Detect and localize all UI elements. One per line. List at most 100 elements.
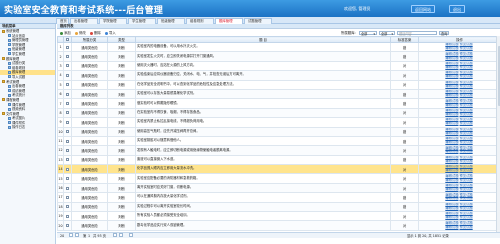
row-select-checkbox[interactable] [66, 148, 69, 152]
logout-button[interactable]: 退出 [449, 5, 465, 13]
preview-question-link[interactable]: 预览试题 [460, 84, 473, 88]
add-button[interactable]: 添加 [60, 31, 71, 36]
edit-question-link[interactable]: 编辑试题 [445, 56, 458, 60]
row-checkbox[interactable] [63, 154, 72, 166]
table-row[interactable]: 19 通用类危险 判断 所有实验人员都必须接受安全培训。对编辑试题预览试题 编辑试题预览… [57, 211, 500, 222]
table-row[interactable]: 14 通用类危险 判断 化学品溅入眼内应立即用大量流水冲洗。对编辑试题预览试题 编辑试题… [57, 164, 500, 175]
table-row[interactable]: 15 通用类危险 判断 实验室应配备必要的消防器材和急救药箱。对编辑试题预览试题 编辑试… [57, 173, 500, 184]
category-select[interactable]: 全部 [359, 30, 377, 35]
row-select-checkbox[interactable] [66, 111, 69, 115]
edit-question-link[interactable]: 编辑试题 [445, 84, 458, 88]
edit-question-link[interactable]: 编辑试题 [445, 149, 458, 154]
edit-question-link[interactable]: 编辑试题 [445, 46, 458, 50]
edit-question-link[interactable]: 编辑试题 [445, 159, 458, 163]
edit-question-link[interactable]: 编辑试题 [445, 74, 458, 78]
search-input[interactable]: 题目内容 [397, 30, 437, 35]
row-select-checkbox[interactable] [66, 55, 69, 59]
edit-question-link[interactable]: 编辑试题 [445, 65, 458, 69]
preview-question-link[interactable]: 预览试题 [460, 93, 473, 97]
preview-question-link[interactable]: 预览试题 [460, 149, 473, 154]
table-row[interactable]: 4 通用类危险 判断 实验结束后应将仪器设备归位，关闭水、电、气，并检查无误后方可离开… [57, 70, 500, 81]
preview-question-link[interactable]: 预览试题 [460, 206, 473, 210]
row-select-checkbox[interactable] [66, 45, 69, 49]
edit-question-link[interactable]: 编辑试题 [445, 140, 458, 144]
row-checkbox[interactable] [63, 182, 72, 194]
table-row[interactable]: 9 通用类危险 判断 实验室内禁止私拉乱接电线，不得超负荷用电。对编辑试题预览试题 编辑… [57, 117, 500, 128]
row-checkbox[interactable] [63, 173, 72, 184]
edit-question-link[interactable]: 编辑试题 [445, 103, 458, 107]
row-select-checkbox[interactable] [66, 214, 69, 218]
row-checkbox[interactable] [63, 145, 72, 156]
preview-question-link[interactable]: 预览试题 [460, 196, 473, 200]
row-checkbox[interactable] [63, 201, 72, 213]
edit-question-link[interactable]: 编辑试题 [445, 187, 458, 191]
edit-question-link[interactable]: 编辑试题 [445, 93, 458, 97]
preview-question-link[interactable]: 预览试题 [460, 74, 473, 78]
table-row[interactable]: 17 通用类危险 判断 可以在通风橱内存放大量化学试剂。错编辑试题预览试题 编辑试题预览… [57, 192, 500, 203]
search-button[interactable]: 查询 [439, 30, 450, 35]
row-checkbox[interactable] [63, 41, 72, 53]
table-row[interactable]: 5 通用类危险 判断 在化学品安全说明书中，可以查到化学品的危险性及应急处理方法。对编… [57, 79, 500, 90]
row-select-checkbox[interactable] [66, 158, 69, 162]
row-checkbox[interactable] [63, 51, 72, 62]
row-checkbox[interactable] [63, 220, 72, 231]
row-checkbox[interactable] [63, 88, 72, 100]
preview-question-link[interactable]: 预览试题 [460, 178, 473, 182]
edit-question-link[interactable]: 编辑试题 [445, 215, 458, 219]
row-checkbox[interactable] [63, 117, 72, 128]
row-checkbox[interactable] [63, 192, 72, 203]
edit-button[interactable]: 修改 [75, 31, 86, 36]
table-row[interactable]: 2 通用类危险 判断 实验室发生火灾时，应立即关闭电源并打开门窗通风。错编辑试题预览试… [57, 51, 500, 62]
preview-question-link[interactable]: 预览试题 [460, 187, 473, 191]
page-number-input[interactable]: 1 [88, 233, 90, 239]
preview-question-link[interactable]: 预览试题 [460, 159, 473, 163]
row-select-checkbox[interactable] [66, 120, 69, 124]
edit-question-link[interactable]: 编辑试题 [445, 225, 458, 229]
preview-question-link[interactable]: 预览试题 [460, 131, 473, 135]
table-row[interactable]: 3 通用类危险 判断 使用灭火器时，应站在火源的上风方向。对编辑试题预览试题 编辑试题预… [57, 60, 500, 72]
edit-question-link[interactable]: 编辑试题 [445, 112, 458, 116]
preview-question-link[interactable]: 预览试题 [460, 46, 473, 50]
row-select-checkbox[interactable] [66, 167, 69, 171]
preview-question-link[interactable]: 预览试题 [460, 215, 473, 219]
preview-question-link[interactable]: 预览试题 [460, 65, 473, 69]
row-select-checkbox[interactable] [66, 195, 69, 199]
row-select-checkbox[interactable] [66, 139, 69, 143]
table-row[interactable]: 11 通用类危险 判断 实验室钥匙可以随意转借他人。错编辑试题预览试题 编辑试题预览试题 [57, 135, 500, 147]
table-row[interactable]: 7 通用类危险 判断 做实验时可以佩戴隐形眼镜。错编辑试题预览试题 编辑试题预览试题 [57, 98, 500, 109]
edit-question-link[interactable]: 编辑试题 [445, 206, 458, 210]
row-checkbox[interactable] [63, 70, 72, 81]
preview-question-link[interactable]: 预览试题 [460, 140, 473, 144]
preview-question-link[interactable]: 预览试题 [460, 121, 473, 125]
row-checkbox[interactable] [63, 60, 72, 72]
preview-question-link[interactable]: 预览试题 [460, 112, 473, 116]
table-row[interactable]: 12 通用类危险 判断 发现有人触电时，应立即切断电源或用绝缘物使触电者脱离电源。对编… [57, 145, 500, 156]
row-select-checkbox[interactable] [66, 177, 69, 181]
table-row[interactable]: 6 通用类危险 判断 实验室可以存放大量易燃易爆化学试剂。错编辑试题预览试题 编辑试题预… [57, 88, 500, 100]
preview-question-link[interactable]: 预览试题 [460, 168, 473, 172]
edit-question-link[interactable]: 编辑试题 [445, 121, 458, 125]
edit-question-link[interactable]: 编辑试题 [445, 178, 458, 182]
row-checkbox[interactable] [63, 126, 72, 137]
table-row[interactable]: 20 通用类危险 判断 剧毒化学品应实行双人双锁管理。对编辑试题预览试题 编辑试题预览试… [57, 220, 500, 231]
table-row[interactable]: 10 通用类危险 判断 使用高压气瓶时，应先开减压阀再开总阀。错编辑试题预览试题 编辑试… [57, 126, 500, 137]
row-select-checkbox[interactable] [66, 130, 69, 134]
row-checkbox[interactable] [63, 135, 72, 147]
table-row[interactable]: 16 通用类危险 判断 离开实验室时应关好门窗，切断电源。对编辑试题预览试题 编辑试题预… [57, 182, 500, 194]
row-select-checkbox[interactable] [66, 83, 69, 87]
row-select-checkbox[interactable] [66, 92, 69, 96]
select-all-checkbox[interactable] [66, 38, 69, 41]
grid-scrollbar[interactable] [496, 36, 500, 232]
row-checkbox[interactable] [63, 107, 72, 119]
row-checkbox[interactable] [63, 98, 72, 109]
table-row[interactable]: 8 通用类危险 判断 在实验室内不得饮食、吸烟，不得存放食品。对编辑试题预览试题 编辑试… [57, 107, 500, 119]
edit-question-link[interactable]: 编辑试题 [445, 131, 458, 135]
table-row[interactable]: 18 通用类危险 判断 实验过程中可以离开实验室较长时间。错编辑试题预览试题 编辑试题预… [57, 201, 500, 213]
type-select[interactable]: 全部 [379, 30, 395, 35]
page-size-select[interactable]: 20 [60, 233, 64, 239]
edit-question-link[interactable]: 编辑试题 [445, 196, 458, 200]
preview-question-link[interactable]: 预览试题 [460, 103, 473, 107]
preview-question-link[interactable]: 预览试题 [460, 225, 473, 229]
sidebar-item[interactable]: 操作日志 [0, 125, 55, 130]
preview-question-link[interactable]: 预览试题 [460, 56, 473, 60]
